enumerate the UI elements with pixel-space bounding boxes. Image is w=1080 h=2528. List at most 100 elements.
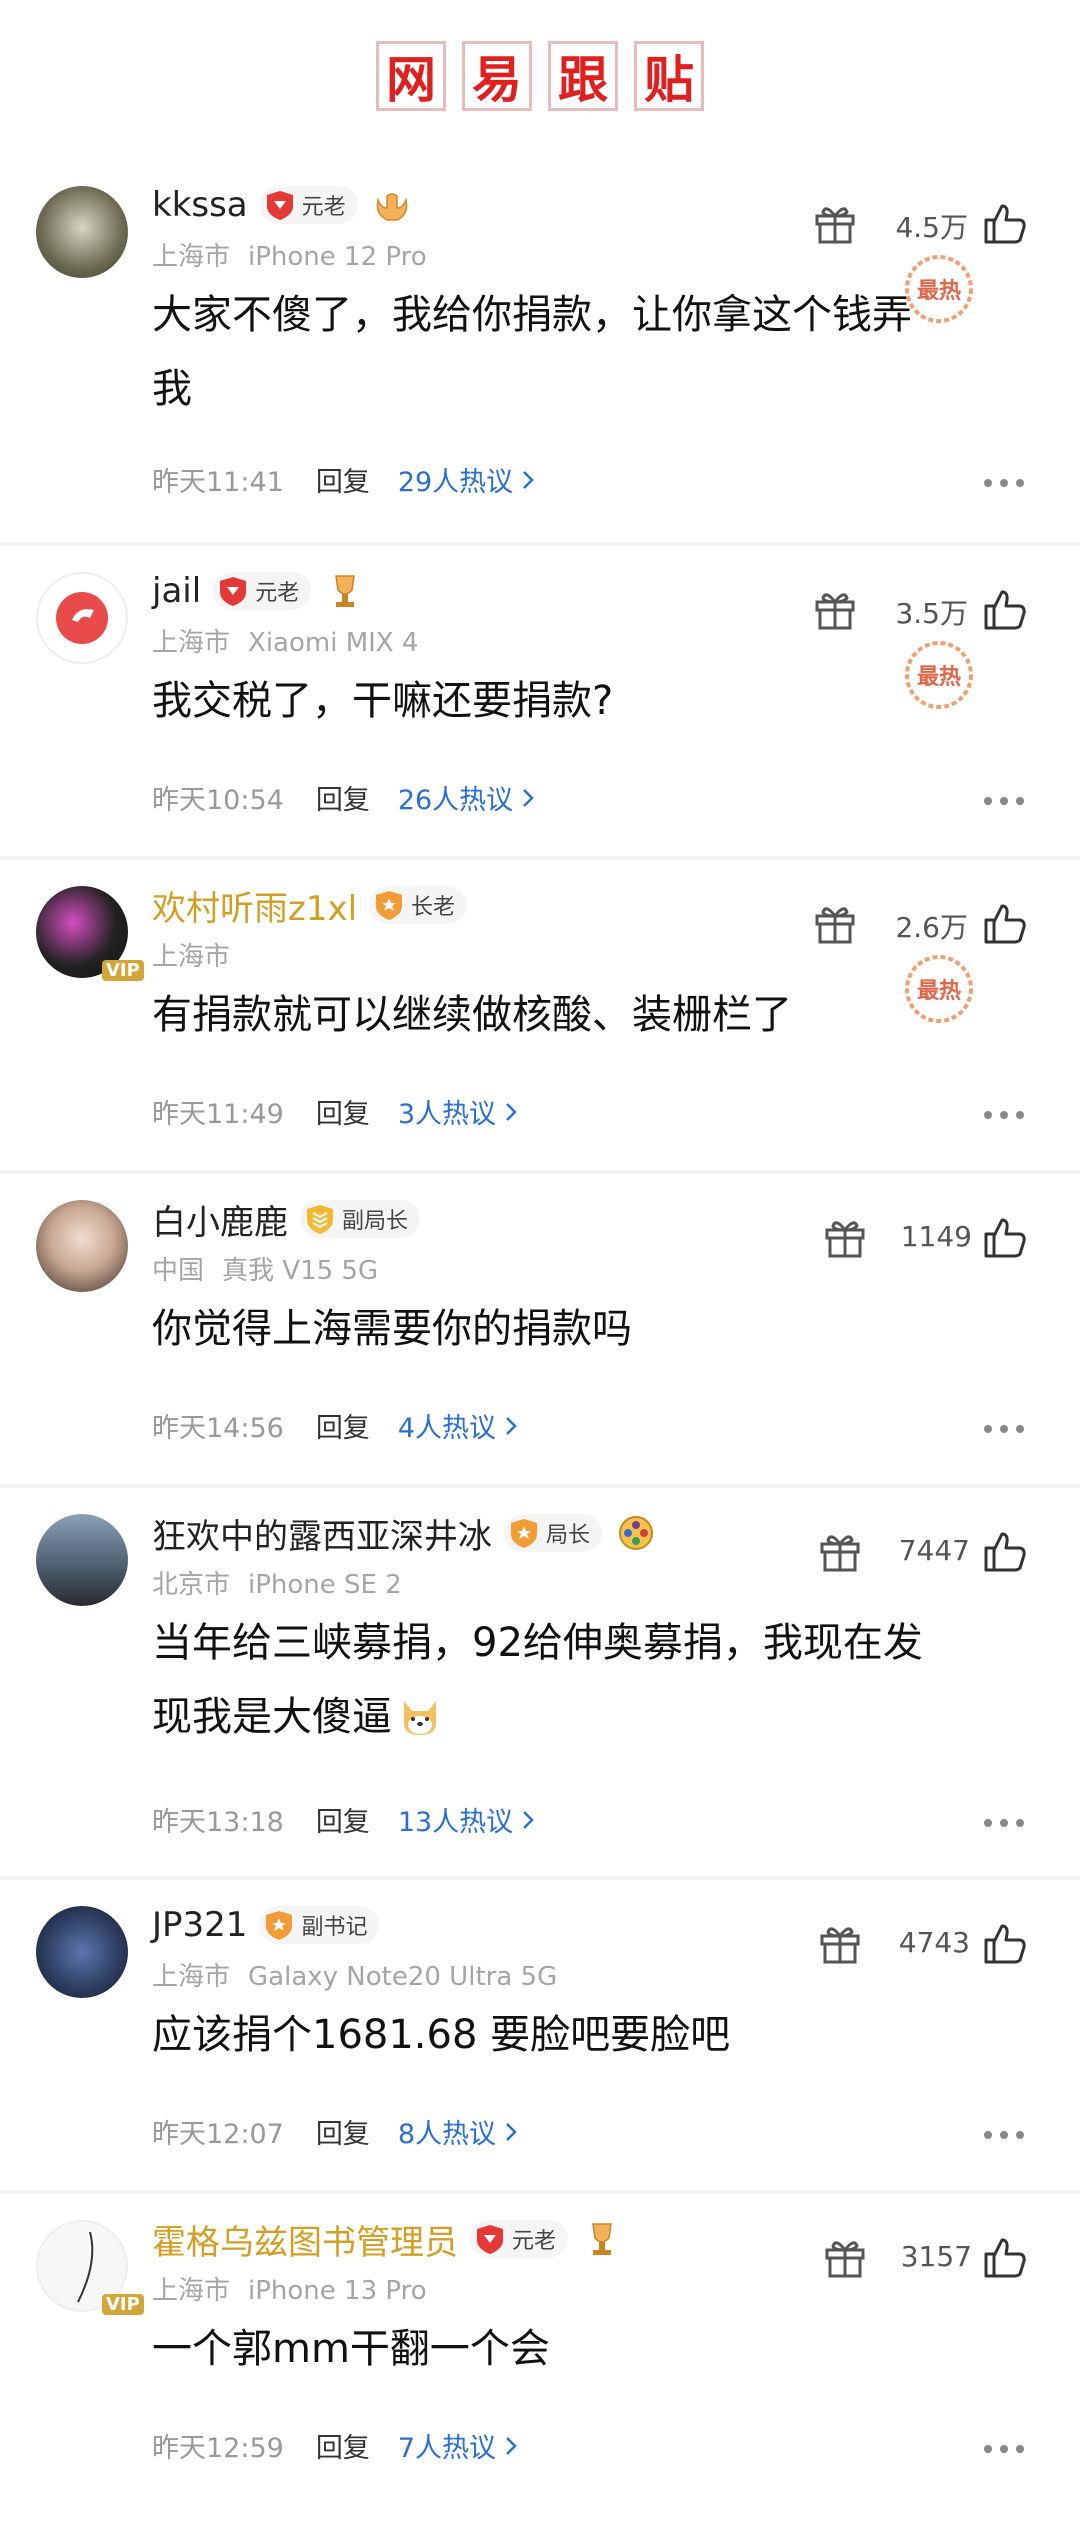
chevron-right-icon — [506, 1416, 517, 1435]
title-char: 网 — [376, 41, 446, 111]
like-count: 4.5万 — [895, 211, 968, 244]
page-header: 网 易 跟 贴 — [0, 0, 1080, 152]
chevron-right-icon — [523, 788, 534, 807]
comment-text: 我交税了，干嘛还要捐款? — [152, 678, 614, 724]
gift-icon[interactable] — [812, 900, 858, 946]
hot-stamp-icon: 最热 — [905, 255, 973, 323]
reply-button[interactable]: 回复 — [316, 460, 370, 499]
comment-time: 昨天11:49 — [152, 1099, 284, 1130]
comment-item: kkssa 元老 上海市 iPhone 12 Pro 大家不傻了，我给你捐款，让你… — [0, 160, 1080, 542]
hot-discussion-link[interactable]: 7人热议 — [398, 2426, 518, 2465]
reply-button[interactable]: 回复 — [316, 1406, 370, 1445]
thumbs-up-icon[interactable] — [982, 2234, 1028, 2280]
reply-button[interactable]: 回复 — [316, 1092, 370, 1131]
user-location: 中国 真我 V15 5G — [152, 1256, 379, 1286]
more-icon[interactable] — [982, 2441, 1026, 2457]
gift-icon[interactable] — [817, 1528, 863, 1574]
comment-item: VIP 欢村听雨z1xl 长老 上海市 有捐款就可以继续做核酸、装栅栏了 昨天1… — [0, 860, 1080, 1170]
more-icon[interactable] — [982, 2127, 1026, 2143]
thumbs-up-icon[interactable] — [982, 900, 1028, 946]
comment-meta: 昨天14:56 回复 4人热议 — [152, 1406, 518, 1445]
rank-label: 副书记 — [301, 1915, 368, 1940]
chevron-right-icon — [506, 2436, 517, 2455]
hot-discussion-link[interactable]: 4人热议 — [398, 1406, 518, 1445]
reply-button[interactable]: 回复 — [316, 2426, 370, 2465]
hot-stamp-icon: 最热 — [905, 955, 973, 1023]
gift-icon[interactable] — [817, 1920, 863, 1966]
shield-icon — [263, 1908, 295, 1942]
hot-discussion-link[interactable]: 13人热议 — [398, 1800, 535, 1839]
user-avatar[interactable] — [36, 1200, 128, 1292]
rank-label: 长老 — [411, 895, 456, 920]
rank-label: 元老 — [301, 195, 346, 220]
gift-icon[interactable] — [812, 200, 858, 246]
comment-item: jail 元老 上海市 Xiaomi MIX 4 我交税了，干嘛还要捐款? 昨天1… — [0, 546, 1080, 856]
shiba-emoji-icon — [396, 1693, 444, 1741]
hot-discussion-link[interactable]: 8人热议 — [398, 2112, 518, 2151]
more-icon[interactable] — [982, 1421, 1026, 1437]
user-avatar[interactable] — [36, 186, 128, 278]
medal-icon — [372, 185, 412, 225]
thumbs-up-icon[interactable] — [982, 200, 1028, 246]
user-name[interactable]: jail — [152, 571, 201, 611]
page-title: 网 易 跟 贴 — [376, 41, 704, 111]
reply-button[interactable]: 回复 — [316, 1800, 370, 1839]
title-char: 贴 — [634, 41, 704, 111]
user-avatar[interactable] — [36, 1514, 128, 1606]
user-info: JP321 副书记 — [152, 1900, 380, 1950]
user-name[interactable]: 白小鹿鹿 — [152, 1195, 288, 1244]
user-avatar[interactable] — [36, 572, 128, 664]
comment-meta: 昨天12:59 回复 7人热议 — [152, 2426, 518, 2465]
rank-badge: 局长 — [504, 1514, 603, 1552]
user-location: 上海市 Xiaomi MIX 4 — [152, 628, 419, 658]
user-info: 欢村听雨z1xl 长老 — [152, 880, 468, 930]
user-avatar[interactable] — [36, 1906, 128, 1998]
rank-label: 局长 — [546, 1523, 591, 1548]
comment-time: 昨天11:41 — [152, 467, 284, 498]
rank-label: 元老 — [512, 2229, 557, 2254]
hot-discussion-link[interactable]: 26人热议 — [398, 778, 535, 817]
user-name[interactable]: 狂欢中的露西亚深井冰 — [152, 1509, 492, 1558]
thumbs-up-icon[interactable] — [982, 1920, 1028, 1966]
thumbs-up-icon[interactable] — [982, 1528, 1028, 1574]
trophy-icon — [582, 2219, 622, 2259]
hot-stamp-icon: 最热 — [905, 641, 973, 709]
user-location: 北京市 iPhone SE 2 — [152, 1570, 402, 1600]
user-info: 狂欢中的露西亚深井冰 局长 — [152, 1508, 656, 1558]
shield-icon — [474, 2222, 506, 2256]
hot-discussion-link[interactable]: 29人热议 — [398, 460, 535, 499]
comment-meta: 昨天12:07 回复 8人热议 — [152, 2112, 518, 2151]
shield-icon — [304, 1202, 336, 1236]
thumbs-up-icon[interactable] — [982, 586, 1028, 632]
hot-discussion-link[interactable]: 3人热议 — [398, 1092, 518, 1131]
comment-item: JP321 副书记 上海市 Galaxy Note20 Ultra 5G 应该捐个… — [0, 1880, 1080, 2190]
user-name[interactable]: 欢村听雨z1xl — [152, 881, 357, 930]
comment-time: 昨天12:07 — [152, 2119, 284, 2150]
vip-badge: VIP — [102, 960, 144, 981]
gift-icon[interactable] — [812, 586, 858, 632]
more-icon[interactable] — [982, 793, 1026, 809]
title-char: 跟 — [548, 41, 618, 111]
comment-text: 当年给三峡募捐，92给伸奥募捐，我现在发 现我是大傻逼 — [152, 1620, 923, 1741]
reply-button[interactable]: 回复 — [316, 2112, 370, 2151]
rank-badge: 元老 — [213, 572, 312, 610]
svg-text:最热: 最热 — [917, 978, 961, 1004]
rank-label: 副局长 — [342, 1209, 409, 1234]
shield-icon — [508, 1516, 540, 1550]
svg-text:最热: 最热 — [917, 278, 961, 304]
thumbs-up-icon[interactable] — [982, 1214, 1028, 1260]
user-name[interactable]: JP321 — [152, 1905, 247, 1945]
user-location: 上海市 — [152, 942, 231, 972]
comment-time: 昨天14:56 — [152, 1413, 284, 1444]
user-name[interactable]: 霍格乌兹图书管理员 — [152, 2215, 458, 2264]
more-icon[interactable] — [982, 1815, 1026, 1831]
user-name[interactable]: kkssa — [152, 185, 248, 225]
more-icon[interactable] — [982, 1107, 1026, 1123]
like-count: 3.5万 — [895, 597, 968, 630]
more-icon[interactable] — [982, 475, 1026, 491]
reply-button[interactable]: 回复 — [316, 778, 370, 817]
rank-badge: 副书记 — [259, 1906, 380, 1944]
user-info: kkssa 元老 — [152, 180, 412, 230]
shield-icon — [217, 574, 249, 608]
chevron-right-icon — [523, 470, 534, 489]
